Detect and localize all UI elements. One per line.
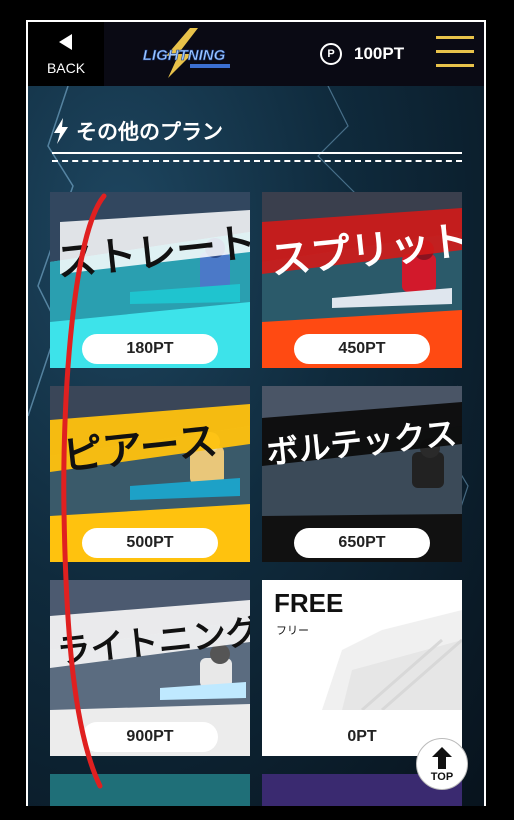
points-coin-icon: P: [320, 43, 342, 65]
menu-bar-icon: [436, 50, 474, 53]
menu-bar-icon: [436, 64, 474, 67]
arrow-up-icon: [432, 747, 452, 769]
plan-title: FREE: [274, 588, 344, 618]
plan-card-free[interactable]: FREE フリー 0PT: [262, 580, 462, 756]
back-label: BACK: [46, 60, 86, 76]
back-arrow-icon: [59, 34, 72, 50]
points-balance: P 100PT: [320, 42, 404, 66]
menu-bar-icon: [436, 36, 474, 39]
plan-subtitle: フリー: [276, 624, 309, 637]
annotation-bracket: [61, 193, 107, 789]
app-frame: BACK LIGHTNING P 100PT その他のプラン ストレート 180…: [26, 20, 486, 806]
plan-card-vortex[interactable]: ボルテックス 650PT: [262, 386, 462, 562]
top-label: TOP: [430, 771, 454, 783]
section-title-text: その他のプラン: [76, 120, 223, 144]
plan-price-button[interactable]: 0PT: [294, 722, 430, 752]
plan-price-button[interactable]: 650PT: [294, 528, 430, 558]
plan-price-button[interactable]: 450PT: [294, 334, 430, 364]
points-value: 100PT: [354, 44, 405, 63]
back-button[interactable]: BACK: [28, 22, 104, 86]
section-heading: その他のプラン: [52, 116, 223, 146]
section-divider: [52, 152, 462, 154]
lightning-bolt-icon: [54, 118, 68, 144]
plan-card-split[interactable]: スプリット 450PT: [262, 192, 462, 368]
lightning-logo[interactable]: LIGHTNING: [128, 28, 240, 78]
top-header: BACK LIGHTNING P 100PT: [28, 22, 484, 86]
hamburger-menu-button[interactable]: [428, 22, 484, 86]
svg-text:LIGHTNING: LIGHTNING: [143, 47, 226, 64]
scroll-to-top-button[interactable]: TOP: [416, 738, 468, 790]
section-divider-dashed: [52, 160, 462, 162]
